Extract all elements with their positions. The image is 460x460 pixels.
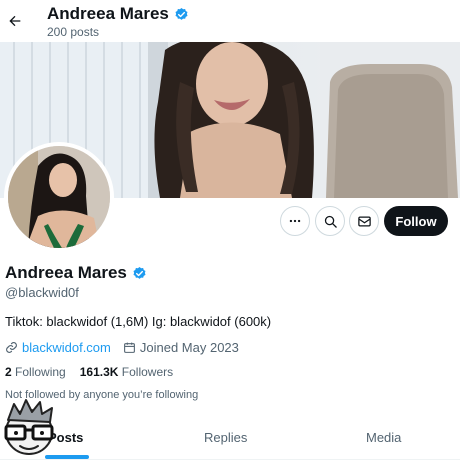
back-button[interactable]: [4, 10, 26, 32]
top-bar: Andreea Mares 200 posts: [0, 0, 460, 42]
calendar-icon: [123, 342, 135, 353]
watermark-mascot: [0, 398, 58, 456]
search-profile-button[interactable]: [315, 206, 345, 236]
header-name: Andreea Mares: [47, 4, 169, 23]
followers-link[interactable]: 161.3K Followers: [80, 365, 173, 379]
avatar-photo: [8, 146, 110, 248]
profile-joined-date: Joined May 2023: [139, 339, 239, 355]
search-icon: [324, 215, 337, 228]
following-count: 2: [5, 365, 12, 379]
profile-name: Andreea Mares: [5, 263, 127, 282]
link-icon: [6, 341, 17, 353]
profile-handle: @blackwid0f: [5, 285, 79, 300]
profile-name-row: Andreea Mares: [5, 263, 147, 283]
verified-badge-icon[interactable]: [132, 266, 147, 281]
profile-bio: Tiktok: blackwidof (1,6M) Ig: blackwidof…: [5, 314, 272, 329]
profile-website-link[interactable]: blackwidof.com: [22, 340, 111, 355]
following-label: Following: [15, 365, 66, 379]
profile-meta: blackwidof.com Joined May 2023: [5, 339, 239, 355]
verified-badge-icon: [175, 7, 188, 20]
follow-button[interactable]: Follow: [384, 206, 448, 236]
followers-label: Followers: [121, 365, 174, 379]
profile-stats: 2 Following 161.3K Followers: [5, 365, 173, 379]
more-options-button[interactable]: [280, 206, 310, 236]
message-button[interactable]: [349, 206, 379, 236]
tab-replies[interactable]: Replies: [204, 430, 247, 445]
profile-tabs: Posts Replies Media: [0, 418, 460, 460]
header-post-count: 200 posts: [47, 25, 100, 39]
nerd-mascot-icon: [4, 399, 54, 455]
envelope-icon: [357, 216, 371, 226]
avatar[interactable]: [4, 142, 114, 252]
following-link[interactable]: 2 Following: [5, 365, 66, 379]
header-title: Andreea Mares: [47, 4, 189, 24]
more-horizontal-icon: [289, 219, 301, 223]
followers-count: 161.3K: [79, 365, 119, 379]
tab-media[interactable]: Media: [366, 430, 401, 445]
arrow-left-icon: [9, 15, 21, 27]
